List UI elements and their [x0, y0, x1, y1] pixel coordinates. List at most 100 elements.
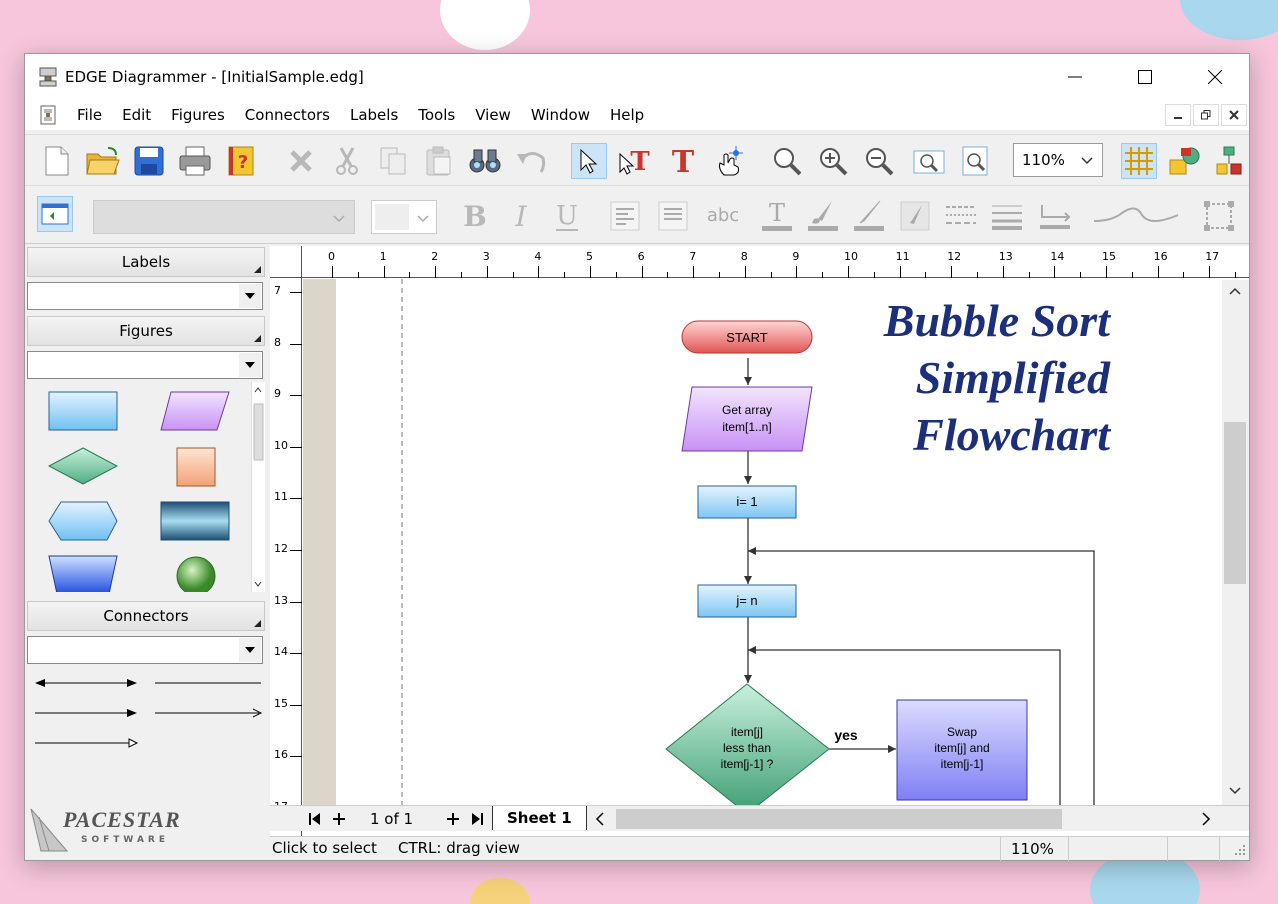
pen-icon — [854, 200, 884, 231]
italic-button[interactable]: I — [503, 198, 539, 234]
close-button[interactable] — [1180, 54, 1250, 100]
sheet-tab-1[interactable]: Sheet 1 — [492, 806, 587, 830]
minimize-button[interactable] — [1040, 54, 1110, 100]
select-label-tool[interactable]: T — [617, 143, 653, 179]
zoom-level-select[interactable]: 110% — [1013, 143, 1103, 177]
new-button[interactable] — [39, 143, 75, 179]
find-button[interactable] — [467, 143, 503, 179]
menu-window[interactable]: Window — [521, 100, 600, 130]
scrollbar-svg — [253, 387, 264, 587]
status-hint-2: CTRL: drag view — [398, 839, 520, 857]
wallpaper-blob — [440, 0, 530, 50]
open-arrow-connector[interactable] — [35, 738, 139, 748]
menu-help[interactable]: Help — [600, 100, 654, 130]
resize-grip-icon[interactable] — [1233, 843, 1247, 857]
paste-button[interactable] — [421, 143, 457, 179]
labels-panel-header[interactable]: Labels — [27, 247, 265, 277]
figures-panel-header[interactable]: Figures — [27, 316, 265, 346]
zoom-fit-button[interactable] — [911, 143, 947, 179]
square-shape[interactable] — [176, 447, 216, 487]
zoom-in-icon — [820, 148, 848, 176]
align-left-button[interactable] — [607, 198, 643, 234]
justify-button[interactable] — [655, 198, 691, 234]
maximize-button[interactable] — [1110, 54, 1180, 100]
first-page-icon[interactable] — [306, 810, 324, 828]
mdi-restore-button[interactable] — [1193, 104, 1219, 126]
bold-button[interactable]: B — [457, 198, 493, 234]
undo-button[interactable] — [513, 143, 549, 179]
font-size-select[interactable] — [371, 200, 437, 234]
zoom-fit-icon — [913, 150, 945, 174]
swap-line3: item[j-1] — [941, 757, 984, 771]
menu-edit[interactable]: Edit — [112, 100, 161, 130]
thin-arrow-connector[interactable] — [155, 708, 263, 718]
ruler-left-label: 11 — [274, 490, 288, 504]
fill-color-button[interactable] — [805, 198, 841, 234]
dropdown-arrow-icon — [245, 647, 255, 653]
predefined-process-shape[interactable] — [160, 501, 230, 541]
menu-view[interactable]: View — [465, 100, 521, 130]
print-button[interactable] — [177, 143, 213, 179]
manual-operation-shape[interactable] — [48, 555, 118, 595]
underline-button[interactable]: U — [549, 198, 585, 234]
figures-combo[interactable] — [27, 351, 263, 379]
figures-scrollbar[interactable] — [251, 382, 265, 592]
zoom-tool[interactable] — [769, 143, 805, 179]
zoom-page-button[interactable] — [957, 143, 993, 179]
menu-labels[interactable]: Labels — [340, 100, 408, 130]
copy-button[interactable] — [375, 143, 411, 179]
data-shape[interactable] — [160, 391, 230, 431]
line-width-button[interactable] — [989, 198, 1025, 234]
line-style-button[interactable] — [943, 198, 979, 234]
connectors-panel-header[interactable]: Connectors — [27, 601, 265, 631]
connector-style-button[interactable] — [1037, 198, 1073, 234]
mdi-minimize-button[interactable] — [1165, 104, 1191, 126]
ruler-half-tick — [1080, 272, 1082, 278]
open-button[interactable] — [85, 143, 121, 179]
mdi-close-button[interactable] — [1221, 104, 1247, 126]
connector-circle-shape[interactable] — [176, 556, 216, 596]
cut-button[interactable] — [329, 143, 365, 179]
grid-toggle[interactable] — [1121, 143, 1157, 179]
menu-connectors[interactable]: Connectors — [235, 100, 340, 130]
labels-combo[interactable] — [27, 282, 263, 310]
horizontal-scroll-thumb[interactable] — [616, 809, 1062, 829]
scroll-left-icon[interactable] — [592, 810, 608, 828]
decision-shape[interactable] — [47, 447, 119, 485]
arrow-connector[interactable] — [35, 709, 137, 717]
drag-view-tool[interactable] — [711, 143, 747, 179]
group-button[interactable] — [1201, 198, 1237, 234]
menu-tools[interactable]: Tools — [408, 100, 465, 130]
diagram-title[interactable]: Bubble Sort Simplified Flowchart — [790, 292, 1110, 463]
preparation-shape[interactable] — [48, 501, 118, 541]
line-color-button[interactable] — [851, 198, 887, 234]
vertical-scroll-thumb[interactable] — [1224, 422, 1246, 584]
ruler-half-tick — [770, 272, 772, 278]
curve-style-button[interactable] — [1091, 198, 1181, 234]
vertical-scrollbar[interactable] — [1222, 280, 1249, 808]
connectors-combo[interactable] — [27, 636, 263, 664]
spelling-button[interactable]: abc — [701, 198, 745, 234]
zoom-in-button[interactable] — [815, 143, 851, 179]
shadow-button[interactable] — [897, 198, 933, 234]
save-button[interactable] — [131, 143, 167, 179]
menu-file[interactable]: File — [67, 100, 112, 130]
process-shape[interactable] — [48, 391, 118, 431]
help-button[interactable]: ? — [223, 143, 259, 179]
text-color-button[interactable]: T — [759, 198, 795, 234]
double-arrow-connector[interactable] — [35, 679, 137, 687]
delete-button[interactable] — [283, 143, 319, 179]
add-label-tool[interactable]: T — [665, 143, 701, 179]
panel-toggle-button[interactable] — [37, 196, 73, 232]
last-page-icon[interactable] — [468, 810, 486, 828]
add-page-after-icon[interactable] — [444, 810, 462, 828]
line-width-icon — [992, 205, 1022, 230]
zoom-out-button[interactable] — [861, 143, 897, 179]
align-button[interactable] — [1167, 143, 1203, 179]
add-page-before-icon[interactable] — [330, 810, 348, 828]
layout-button[interactable] — [1211, 143, 1247, 179]
menu-figures[interactable]: Figures — [161, 100, 235, 130]
select-tool[interactable] — [571, 143, 607, 179]
font-name-select[interactable] — [93, 200, 355, 234]
scroll-right-icon[interactable] — [1198, 810, 1214, 828]
